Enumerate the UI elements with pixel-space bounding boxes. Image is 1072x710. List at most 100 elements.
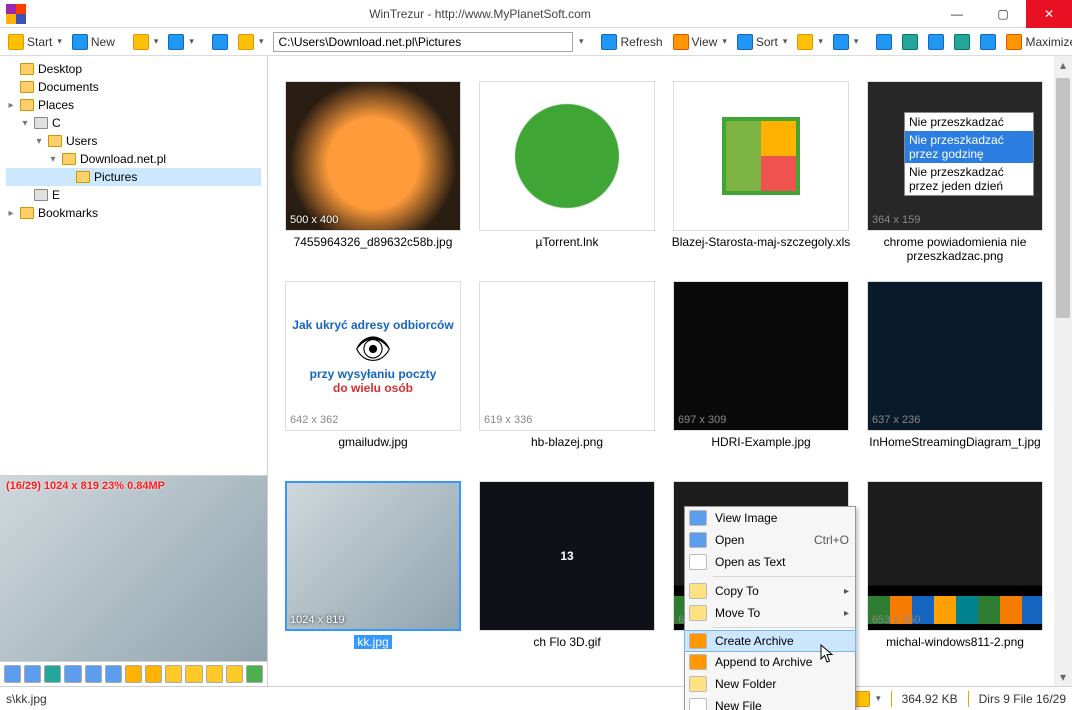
thumbnail-filename[interactable]: chrome powiadomienia nie przeszkadzac.pn… <box>865 235 1045 263</box>
thumbnail-cell[interactable]: 637 x 236 InHomeStreamingDiagram_t.jpg <box>860 281 1050 481</box>
pv-next2[interactable] <box>226 665 243 683</box>
tree-pictures[interactable]: Pictures <box>6 168 261 186</box>
thumbnail-cell[interactable]: Nie przeszkadzaćNie przeszkadzać przez g… <box>860 81 1050 281</box>
ctx-new-folder[interactable]: New Folder <box>685 673 855 695</box>
back-button[interactable] <box>208 32 232 52</box>
copy-button[interactable]: ▾ <box>129 32 163 52</box>
start-button[interactable]: Start▾ <box>4 32 66 52</box>
up-button[interactable]: ▾ <box>234 32 268 52</box>
thumbnail-cell[interactable]: 697 x 309 HDRI-Example.jpg <box>666 281 856 481</box>
pv-play[interactable] <box>246 665 263 683</box>
thumbnail-filename[interactable]: hb-blazej.png <box>531 435 603 449</box>
path-dropdown[interactable]: ▾ <box>579 36 584 47</box>
tool3-button[interactable] <box>924 32 948 52</box>
maximize-button[interactable]: ▢ <box>980 0 1026 28</box>
pv-prev2[interactable] <box>165 665 182 683</box>
close-button[interactable]: ✕ <box>1026 0 1072 28</box>
tree-e[interactable]: E <box>6 186 261 204</box>
tool4-button[interactable] <box>950 32 974 52</box>
refresh-label: Refresh <box>620 35 662 49</box>
tree-documents[interactable]: Documents <box>6 78 261 96</box>
thumbnail-cell[interactable]: 1024 x 819 kk.jpg <box>278 481 468 681</box>
ctx-move-to[interactable]: Move To▸ <box>685 602 855 624</box>
thumbnail[interactable]: Jak ukryć adresy odbiorców👁przy wysyłani… <box>285 281 461 431</box>
pv-btn-6[interactable] <box>105 665 122 683</box>
thumbnail-cell[interactable]: Blazej-Starosta-maj-szczegoly.xls <box>666 81 856 281</box>
scroll-up[interactable]: ▴ <box>1054 56 1072 74</box>
preview-info: (16/29) 1024 x 819 23% 0.84MP <box>6 480 165 492</box>
tool1-button[interactable] <box>872 32 896 52</box>
newfolder-icon <box>689 676 707 692</box>
append-icon <box>689 654 707 670</box>
ctx-open[interactable]: OpenCtrl+O <box>685 529 855 551</box>
thumbnail-cell[interactable]: µTorrent.lnk <box>472 81 662 281</box>
refresh-button[interactable]: Refresh <box>597 32 666 52</box>
thumbnail[interactable]: 1024 x 819 <box>285 481 461 631</box>
new-button[interactable]: New <box>68 32 119 52</box>
tree-users[interactable]: ▾Users <box>6 132 261 150</box>
thumbnail-filename[interactable]: InHomeStreamingDiagram_t.jpg <box>869 435 1040 449</box>
thumbnail-grid[interactable]: 500 x 400 7455964326_d89632c58b.jpg µTorre… <box>268 56 1054 686</box>
thumbnail-cell[interactable]: 13 ch Flo 3D.gif <box>472 481 662 681</box>
thumbnail[interactable] <box>673 81 849 231</box>
thumbnail-pane: 500 x 400 7455964326_d89632c58b.jpg µTorre… <box>268 56 1072 686</box>
thumbnail[interactable]: Nie przeszkadzaćNie przeszkadzać przez g… <box>867 81 1043 231</box>
ctx-open-text[interactable]: Open as Text <box>685 551 855 573</box>
thumbnail-filename[interactable]: gmailudw.jpg <box>338 435 407 449</box>
tree-bookmarks[interactable]: ▸Bookmarks <box>6 204 261 222</box>
thumbnail[interactable]: 13 <box>479 481 655 631</box>
thumbnail-filename[interactable]: ch Flo 3D.gif <box>533 635 600 649</box>
thumbnail-image <box>868 482 1042 630</box>
vertical-scrollbar[interactable]: ▴ ▾ <box>1054 56 1072 686</box>
pv-btn-5[interactable] <box>85 665 102 683</box>
pv-btn-7[interactable] <box>125 665 142 683</box>
pv-next[interactable] <box>206 665 223 683</box>
pv-btn-2[interactable] <box>24 665 41 683</box>
thumbnail[interactable]: 637 x 236 <box>867 281 1043 431</box>
thumbnail-filename[interactable]: michal-windows811-2.png <box>886 635 1024 649</box>
filter-button[interactable]: ▾ <box>793 32 827 52</box>
tree-dnp[interactable]: ▾Download.net.pl <box>6 150 261 168</box>
tree-desktop[interactable]: Desktop <box>6 60 261 78</box>
folder-tree[interactable]: Desktop Documents ▸Places ▾C ▾Users ▾Dow… <box>0 56 267 476</box>
thumbnail-filename[interactable]: HDRI-Example.jpg <box>711 435 810 449</box>
minimize-button[interactable]: — <box>934 0 980 28</box>
pv-btn-8[interactable] <box>145 665 162 683</box>
maximize-view-button[interactable]: Maximize <box>1002 32 1072 52</box>
thumbnail-cell[interactable]: 653 x 350 michal-windows811-2.png <box>860 481 1050 681</box>
scroll-thumb[interactable] <box>1056 78 1070 318</box>
tree-c[interactable]: ▾C <box>6 114 261 132</box>
thumbnail-filename[interactable]: 7455964326_d89632c58b.jpg <box>294 235 453 249</box>
pv-btn-4[interactable] <box>64 665 81 683</box>
start-label: Start <box>27 35 52 49</box>
tag-button[interactable]: ▾ <box>829 32 863 52</box>
thumbnail-cell[interactable]: 619 x 336 hb-blazej.png <box>472 281 662 481</box>
thumbnail-filename[interactable]: kk.jpg <box>354 635 391 649</box>
pv-btn-3[interactable] <box>44 665 61 683</box>
ctx-copy-to[interactable]: Copy To▸ <box>685 580 855 602</box>
thumbnail-filename[interactable]: µTorrent.lnk <box>536 235 599 249</box>
view-button[interactable]: View▾ <box>669 32 731 52</box>
ctx-new-file[interactable]: New File <box>685 695 855 710</box>
scroll-down[interactable]: ▾ <box>1054 668 1072 686</box>
preview-pane[interactable]: (16/29) 1024 x 819 23% 0.84MP <box>0 476 267 662</box>
thumbnail-cell[interactable]: 500 x 400 7455964326_d89632c58b.jpg <box>278 81 468 281</box>
path-input[interactable] <box>273 32 572 52</box>
thumbnail[interactable]: 619 x 336 <box>479 281 655 431</box>
pv-btn-1[interactable] <box>4 665 21 683</box>
thumbnail-filename[interactable]: Blazej-Starosta-maj-szczegoly.xls <box>672 235 851 249</box>
tree-places[interactable]: ▸Places <box>6 96 261 114</box>
sort-button[interactable]: Sort▾ <box>733 32 792 52</box>
tool5-button[interactable] <box>976 32 1000 52</box>
thumbnail[interactable]: 653 x 350 <box>867 481 1043 631</box>
thumbnail-cell[interactable]: Jak ukryć adresy odbiorców👁przy wysyłani… <box>278 281 468 481</box>
ctx-view-image[interactable]: View Image <box>685 507 855 529</box>
tool2-button[interactable] <box>898 32 922 52</box>
thumbnail-dims: 364 x 159 <box>872 214 920 226</box>
thumbnail[interactable] <box>479 81 655 231</box>
pv-prev[interactable] <box>185 665 202 683</box>
paste-button[interactable]: ▾ <box>164 32 198 52</box>
thumbnail[interactable]: 500 x 400 <box>285 81 461 231</box>
archive-icon <box>689 633 707 649</box>
thumbnail[interactable]: 697 x 309 <box>673 281 849 431</box>
